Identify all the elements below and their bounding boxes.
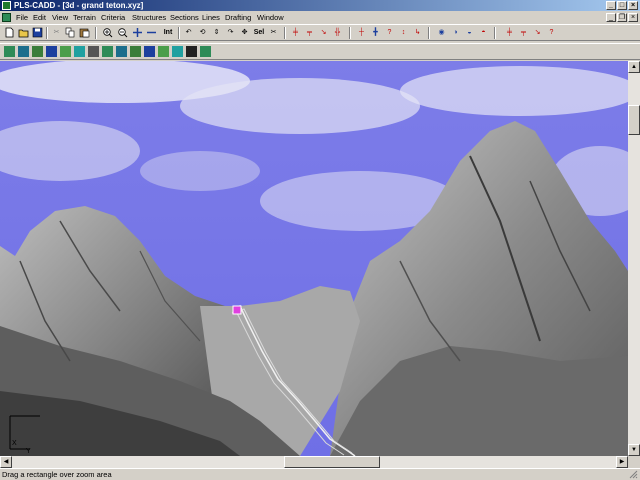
view-mode-5-icon[interactable] xyxy=(60,46,71,57)
menu-structures[interactable]: Structures xyxy=(132,11,166,24)
zoom-in-icon[interactable] xyxy=(102,27,113,38)
axis-x-label: X xyxy=(12,440,17,447)
new-file-icon[interactable] xyxy=(4,27,15,38)
3d-view[interactable]: X Y xyxy=(0,61,628,456)
sag-check-3-icon[interactable]: ◒ xyxy=(464,27,475,38)
doc-close-button[interactable]: × xyxy=(628,13,638,22)
zoom-out-icon[interactable] xyxy=(117,27,128,38)
status-text: Drag a rectangle over zoom area xyxy=(2,470,112,479)
zoom-horizontal-icon[interactable] xyxy=(146,27,157,38)
view-mode-15-icon[interactable] xyxy=(200,46,211,57)
horizontal-scrollbar[interactable]: ◀ ▶ xyxy=(0,456,628,468)
horizontal-scroll-thumb[interactable] xyxy=(284,456,380,468)
view-mode-9-icon[interactable] xyxy=(116,46,127,57)
wire-query-icon[interactable]: ? xyxy=(546,27,557,38)
doc-restore-button[interactable]: ❐ xyxy=(617,13,627,22)
title-bar: PLS-CADD - [3d - grand teton.xyz] _ □ × xyxy=(0,0,640,11)
view-mode-10-icon[interactable] xyxy=(130,46,141,57)
menu-edit[interactable]: Edit xyxy=(33,11,46,24)
rotate-right-icon[interactable]: ↷ xyxy=(225,27,236,38)
wire-move-icon[interactable]: ↘ xyxy=(532,27,543,38)
status-bar: Drag a rectangle over zoom area xyxy=(0,468,640,480)
rotate-left-icon[interactable]: ↶ xyxy=(183,27,194,38)
menu-sections[interactable]: Sections xyxy=(170,11,199,24)
sag-check-4-icon[interactable]: ◓ xyxy=(478,27,489,38)
view-mode-13-icon[interactable] xyxy=(172,46,183,57)
section-add-icon[interactable]: ┼ xyxy=(356,27,367,38)
app-icon[interactable] xyxy=(2,1,11,10)
view-mode-7-icon[interactable] xyxy=(88,46,99,57)
structure-marker[interactable] xyxy=(232,305,242,315)
zoom-extents-icon[interactable] xyxy=(132,27,143,38)
main-toolbar: ✂ Int ↶ ⟲ ⇕ ↷ ✥ Sel ✂ ╪ ╤ ↘ ╬ ┼ ╋ ? ↕ ↳ … xyxy=(0,24,640,41)
cut-icon[interactable]: ✂ xyxy=(51,27,62,38)
axis-y-label: Y xyxy=(26,448,31,455)
crosshair-icon[interactable]: ✥ xyxy=(239,27,250,38)
section-insert-icon[interactable]: ╋ xyxy=(370,27,381,38)
maximize-button[interactable]: □ xyxy=(617,1,627,10)
pan-vertical-icon[interactable]: ⇕ xyxy=(211,27,222,38)
view-mode-8-icon[interactable] xyxy=(102,46,113,57)
view-mode-14-icon[interactable] xyxy=(186,46,197,57)
open-folder-icon[interactable] xyxy=(18,27,29,38)
close-button[interactable]: × xyxy=(628,1,638,10)
section-delete-icon[interactable]: ↳ xyxy=(412,27,423,38)
menu-window[interactable]: Window xyxy=(257,11,284,24)
scroll-down-icon[interactable]: ▼ xyxy=(628,444,640,456)
rotate-view-icon[interactable]: ⟲ xyxy=(197,27,208,38)
view-mode-3-icon[interactable] xyxy=(32,46,43,57)
resize-grip-icon[interactable] xyxy=(629,470,638,479)
add-structure-icon[interactable]: ╪ xyxy=(290,27,301,38)
menu-lines[interactable]: Lines xyxy=(202,11,220,24)
scroll-right-icon[interactable]: ▶ xyxy=(616,456,628,468)
view-mode-2-icon[interactable] xyxy=(18,46,29,57)
sag-check-1-icon[interactable]: ◉ xyxy=(436,27,447,38)
copy-icon[interactable] xyxy=(65,27,76,38)
int-button[interactable]: Int xyxy=(160,27,176,38)
menu-file[interactable]: File xyxy=(16,11,28,24)
scroll-corner xyxy=(628,456,640,468)
pan-structure-icon[interactable]: ↘ xyxy=(318,27,329,38)
section-query-icon[interactable]: ? xyxy=(384,27,395,38)
scroll-up-icon[interactable]: ▲ xyxy=(628,61,640,73)
window-title: PLS-CADD - [3d - grand teton.xyz] xyxy=(14,1,144,10)
menu-bar: File Edit View Terrain Criteria Structur… xyxy=(0,11,640,24)
scroll-left-icon[interactable]: ◀ xyxy=(0,456,12,468)
menu-criteria[interactable]: Criteria xyxy=(101,11,125,24)
document-icon[interactable] xyxy=(2,13,11,22)
paste-icon[interactable] xyxy=(79,27,90,38)
view-mode-12-icon[interactable] xyxy=(158,46,169,57)
minimize-button[interactable]: _ xyxy=(606,1,616,10)
terrain-render: X Y xyxy=(0,61,628,456)
menu-drafting[interactable]: Drafting xyxy=(225,11,251,24)
view-mode-6-icon[interactable] xyxy=(74,46,85,57)
view-mode-1-icon[interactable] xyxy=(4,46,15,57)
section-move-icon[interactable]: ↕ xyxy=(398,27,409,38)
edit-structure-icon[interactable]: ╬ xyxy=(332,27,343,38)
scissors-icon[interactable]: ✂ xyxy=(268,27,279,38)
vertical-scroll-thumb[interactable] xyxy=(628,105,640,135)
view-mode-11-icon[interactable] xyxy=(144,46,155,57)
save-icon[interactable] xyxy=(32,27,43,38)
wire-add-icon[interactable]: ╪ xyxy=(504,27,515,38)
view-mode-4-icon[interactable] xyxy=(46,46,57,57)
menu-terrain[interactable]: Terrain xyxy=(73,11,96,24)
view-toolbar xyxy=(0,43,640,60)
vertical-scrollbar[interactable]: ▲ ▼ xyxy=(628,61,640,456)
move-structure-icon[interactable]: ╤ xyxy=(304,27,315,38)
wire-edit-icon[interactable]: ╤ xyxy=(518,27,529,38)
sel-button[interactable]: Sel xyxy=(252,27,266,38)
menu-view[interactable]: View xyxy=(52,11,68,24)
sag-check-2-icon[interactable]: ◑ xyxy=(450,27,461,38)
doc-minimize-button[interactable]: _ xyxy=(606,13,616,22)
